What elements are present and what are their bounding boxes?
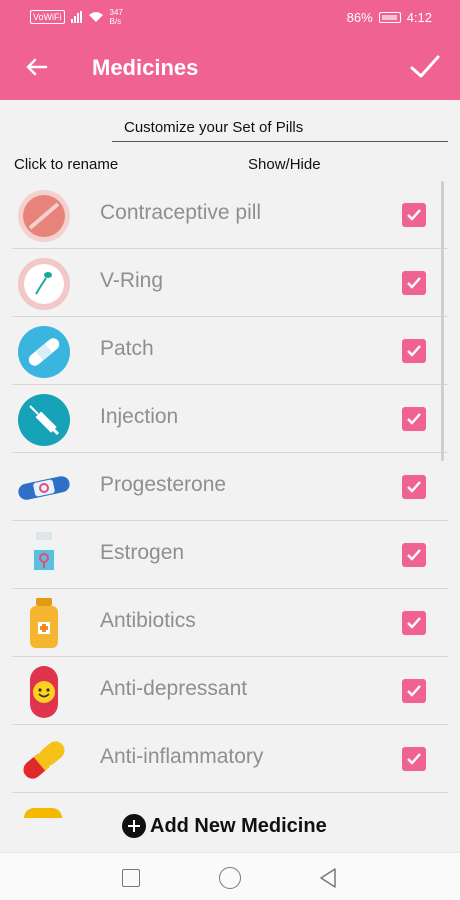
medicine-name[interactable]: Anti-depressant <box>100 677 247 701</box>
ring-icon <box>18 258 70 310</box>
plus-circle-icon <box>122 814 146 838</box>
battery-icon <box>378 12 401 23</box>
clock: 4:12 <box>406 10 432 25</box>
add-new-medicine-button[interactable]: Add New Medicine <box>122 814 327 838</box>
capsule-red-yellow-icon <box>23 741 65 779</box>
list-item[interactable]: Antibiotics <box>12 589 448 657</box>
home-circle-icon[interactable] <box>219 867 241 889</box>
smiley-pill-icon <box>30 666 58 718</box>
recents-square-icon[interactable] <box>122 869 140 887</box>
medicine-name[interactable]: Progesterone <box>100 473 226 497</box>
section-subtitle: Customize your Set of Pills <box>112 119 448 142</box>
network-speed: 347 B/s <box>109 8 123 26</box>
show-hide-checkbox[interactable] <box>402 543 426 567</box>
medicine-name[interactable]: Anti-inflammatory <box>100 745 263 769</box>
back-triangle-icon[interactable] <box>316 866 340 890</box>
list-item[interactable]: Progesterone <box>12 453 448 521</box>
medicine-name[interactable]: Estrogen <box>100 541 184 565</box>
rename-column-header: Click to rename <box>14 156 119 173</box>
list-item[interactable]: Patch <box>12 317 448 385</box>
medicine-list: Contraceptive pill V-Ring Patch Injectio… <box>12 181 448 813</box>
medicine-name[interactable]: Contraceptive pill <box>100 201 261 225</box>
medicine-name[interactable]: Patch <box>100 337 154 361</box>
vowifi-badge: VoWiFi <box>30 10 65 24</box>
list-item[interactable]: Anti-depressant <box>12 657 448 725</box>
medicine-name[interactable]: V-Ring <box>100 269 163 293</box>
back-arrow-icon[interactable] <box>22 52 52 82</box>
show-hide-checkbox[interactable] <box>402 339 426 363</box>
show-hide-checkbox[interactable] <box>402 611 426 635</box>
show-hide-checkbox[interactable] <box>402 747 426 771</box>
page-title: Medicines <box>92 55 199 80</box>
list-item[interactable]: Injection <box>12 385 448 453</box>
system-nav-bar <box>0 852 460 900</box>
pill-icon <box>18 190 70 242</box>
battery-percent: 86% <box>346 10 373 25</box>
confirm-check-icon[interactable] <box>408 50 442 84</box>
list-item[interactable]: Estrogen <box>12 521 448 589</box>
capsule-icon <box>18 476 70 500</box>
app-header: VoWiFi 347 B/s 86% 4:12 Medicines <box>0 0 460 100</box>
syringe-icon <box>18 394 70 446</box>
wifi-icon <box>88 12 103 22</box>
medicine-name[interactable]: Injection <box>100 405 178 429</box>
medicine-name[interactable]: Antibiotics <box>100 609 196 633</box>
show-hide-checkbox[interactable] <box>402 203 426 227</box>
bottle-icon <box>32 532 56 576</box>
add-new-medicine-label: Add New Medicine <box>150 814 327 837</box>
list-scrollbar[interactable] <box>441 181 444 461</box>
patch-icon <box>18 326 70 378</box>
list-item[interactable]: Contraceptive pill <box>12 181 448 249</box>
antibiotic-bottle-icon <box>30 598 58 648</box>
show-hide-checkbox[interactable] <box>402 475 426 499</box>
show-hide-checkbox[interactable] <box>402 407 426 431</box>
show-hide-column-header: Show/Hide <box>248 156 321 173</box>
list-item[interactable]: Anti-inflammatory <box>12 725 448 793</box>
show-hide-checkbox[interactable] <box>402 271 426 295</box>
show-hide-checkbox[interactable] <box>402 679 426 703</box>
signal-icon <box>70 11 82 23</box>
list-item[interactable]: V-Ring <box>12 249 448 317</box>
status-bar: VoWiFi 347 B/s 86% 4:12 <box>0 0 460 36</box>
partially-visible-item-icon <box>24 808 62 818</box>
